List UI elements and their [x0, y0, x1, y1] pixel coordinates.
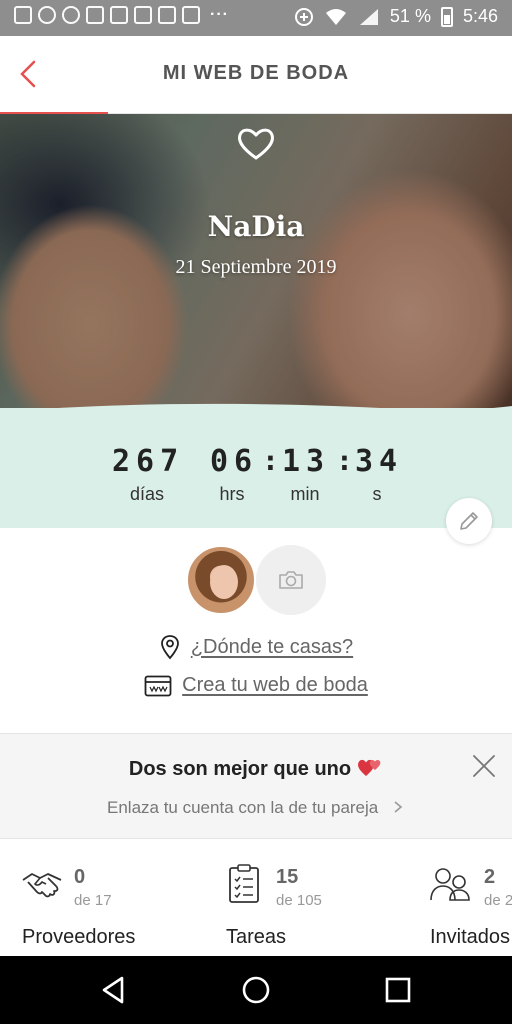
data-saver-icon — [294, 7, 313, 26]
message-icon — [110, 6, 128, 24]
countdown-seconds: 34 — [355, 444, 404, 479]
phone-icon — [86, 6, 104, 24]
system-icons: 51 % 5:46 — [294, 6, 498, 27]
battery-percent: 51 % — [389, 6, 431, 26]
facebook-icon — [158, 6, 176, 24]
overflow-dots: ··· — [210, 6, 229, 23]
stat-count: 2 — [484, 866, 496, 888]
guests-icon — [430, 868, 470, 901]
sync-icon — [62, 6, 80, 24]
days-label: días — [129, 484, 165, 504]
notification-icons: ··· — [14, 6, 229, 24]
home-circle-icon[interactable] — [236, 970, 276, 1010]
seconds-label: s — [372, 484, 382, 504]
stat-label: Invitados — [430, 926, 511, 948]
edit-button[interactable] — [446, 498, 492, 544]
clock: 5:46 — [462, 6, 498, 26]
stat-label: Tareas — [226, 926, 287, 948]
web-row[interactable]: Crea tu web de boda — [0, 674, 512, 697]
chevron-right-icon — [394, 801, 403, 813]
recents-square-icon[interactable] — [378, 970, 418, 1010]
stat-label: Proveedores — [22, 926, 136, 948]
hours-label: hrs — [219, 484, 245, 504]
heart-icon — [238, 128, 274, 160]
wedding-date: 21 Septiembre 2019 — [175, 256, 337, 278]
banner-title: Dos son mejor que uno — [0, 756, 512, 781]
clipboard-checklist-icon — [229, 864, 259, 903]
countdown-separator: : — [336, 444, 353, 477]
stat-proveedores[interactable]: 0 de 17 Proveedores — [0, 840, 200, 955]
system-nav-bar — [0, 956, 512, 1024]
status-bar: ··· 51 % 5:46 — [0, 0, 512, 36]
stat-invitados[interactable]: 2 de 2 Invitados — [412, 840, 512, 955]
countdown-minutes: 13 — [282, 444, 331, 479]
back-triangle-icon[interactable] — [94, 970, 134, 1010]
countdown-days: 267 — [112, 444, 185, 479]
couple-name: NaDia — [207, 210, 305, 243]
add-partner-photo-button[interactable] — [256, 545, 326, 615]
gmail-icon — [182, 6, 200, 24]
camera-icon — [279, 571, 303, 589]
wifi-icon — [325, 8, 346, 25]
countdown-hours: 06 — [210, 444, 259, 479]
stat-count: 0 — [74, 866, 86, 888]
banner-subtitle-text: Enlaza tu cuenta con la de tu pareja — [107, 798, 379, 817]
countdown-separator: : — [262, 444, 279, 477]
location-pin-icon — [160, 635, 179, 660]
partner-banner[interactable]: Dos son mejor que uno Enlaza tu cuenta c… — [0, 733, 512, 839]
stat-tareas[interactable]: 15 de 105 Tareas — [206, 840, 406, 955]
whatsapp-icon — [38, 6, 56, 24]
stat-count: 15 — [276, 866, 299, 888]
pencil-icon — [460, 512, 478, 530]
battery-icon — [440, 6, 453, 27]
page-title: MI WEB DE BODA — [162, 62, 350, 84]
countdown-values: 267 06 : 13 : 34 — [0, 444, 512, 479]
location-row[interactable]: ¿Dónde te casas? — [0, 634, 512, 660]
browser-window-icon — [144, 675, 172, 696]
voicemail-icon — [134, 6, 152, 24]
location-link[interactable]: ¿Dónde te casas? — [191, 636, 353, 659]
couple-photo[interactable]: NaDia 21 Septiembre 2019 — [0, 114, 512, 414]
avatar-face — [210, 565, 238, 599]
stat-total: de 2 — [484, 892, 512, 909]
stats-row: 0 de 17 Proveedores 15 de 105 Tareas 2 d… — [0, 840, 512, 955]
minutes-label: min — [290, 484, 320, 504]
avatar[interactable] — [186, 545, 256, 615]
close-icon[interactable] — [470, 752, 498, 780]
countdown: 267 06 : 13 : 34 días hrs min s — [0, 408, 512, 528]
banner-title-text: Dos son mejor que uno — [128, 758, 352, 780]
banner-subtitle[interactable]: Enlaza tu cuenta con la de tu pareja — [0, 798, 512, 818]
hearts-emoji-icon — [358, 759, 381, 776]
app-bar: MI WEB DE BODA — [0, 36, 512, 114]
create-web-link[interactable]: Crea tu web de boda — [182, 674, 368, 697]
handshake-icon — [22, 873, 62, 898]
notification-icon — [14, 6, 32, 24]
stat-total: de 105 — [276, 892, 322, 909]
stat-total: de 17 — [74, 892, 112, 909]
signal-icon — [359, 8, 378, 25]
